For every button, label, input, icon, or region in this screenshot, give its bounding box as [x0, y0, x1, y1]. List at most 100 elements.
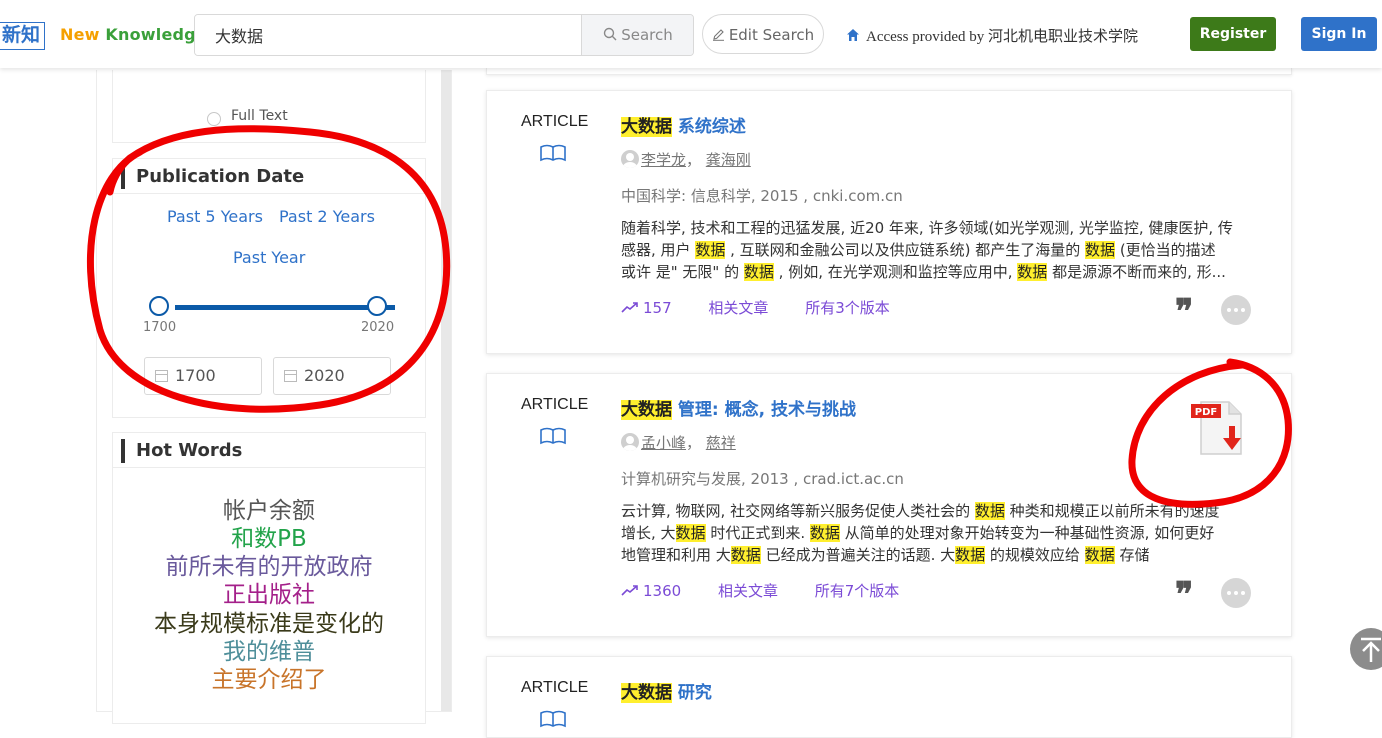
quote-icon[interactable]: ❞ — [1175, 579, 1193, 613]
abstract-text: 增长, 大 — [621, 524, 676, 542]
back-to-top-button[interactable] — [1350, 628, 1382, 670]
hot-word[interactable]: 主要介绍了 — [113, 666, 425, 694]
pdf-label: PDF — [1195, 407, 1217, 418]
access-text: Access provided by 河北机电职业技术学院 — [866, 29, 1139, 45]
citations-link[interactable]: 157 — [621, 299, 672, 317]
book-icon — [540, 427, 566, 445]
author-avatar-icon — [621, 150, 639, 168]
abstract-highlight: 数据 — [809, 524, 840, 542]
author-link[interactable]: 孟小峰 — [641, 434, 686, 452]
hot-words-panel: Hot Words 帐户余额 和数PB 前所未有的开放政府 正出版社 本身规模标… — [112, 432, 426, 724]
search-button-label: Search — [621, 26, 673, 44]
date-range-slider[interactable] — [175, 305, 395, 310]
logo-text[interactable]: New Knowledge — [60, 25, 207, 44]
abstract-highlight: 数据 — [1017, 263, 1048, 281]
hot-word[interactable]: 我的维普 — [113, 638, 425, 666]
result-title[interactable]: 大数据 研究 — [621, 678, 712, 703]
abstract-highlight: 数据 — [743, 263, 774, 281]
past-year-link[interactable]: Past Year — [233, 248, 305, 267]
edit-search-button[interactable]: Edit Search — [702, 14, 824, 54]
publication-date-panel: Publication Date Past 5 Years Past 2 Yea… — [112, 158, 426, 418]
more-options-button[interactable] — [1221, 295, 1251, 325]
search-button[interactable]: Search — [581, 15, 693, 55]
trend-up-icon — [621, 302, 638, 313]
sign-in-button[interactable]: Sign In — [1301, 17, 1377, 51]
hot-word[interactable]: 正出版社 — [113, 581, 425, 609]
source-line: 计算机研究与发展, 2013 , crad.ict.ac.cn — [621, 470, 904, 488]
all-versions-link[interactable]: 所有3个版本 — [805, 299, 890, 317]
abstract-text: 的规模效应给 — [985, 546, 1085, 564]
title-text: 管理: 概念, 技术与挑战 — [672, 400, 857, 420]
abstract-highlight: 数据 — [730, 546, 761, 564]
result-actions: 157 相关文章 所有3个版本 — [621, 297, 922, 318]
full-text-label: Full Text — [231, 108, 288, 124]
hot-word[interactable]: 前所未有的开放政府 — [113, 553, 425, 581]
book-icon — [540, 710, 566, 728]
logo-word-new: New — [60, 25, 100, 44]
result-title[interactable]: 大数据 系统综述 — [621, 112, 746, 137]
title-highlight: 大数据 — [621, 400, 672, 420]
source-line: 中国科学: 信息科学, 2015 , cnki.com.cn — [621, 187, 903, 205]
slider-handle-start[interactable] — [149, 296, 169, 316]
result-card: ARTICLE 大数据 系统综述 李学龙， 龚海刚 中国科学: 信息科学, 20… — [486, 90, 1292, 354]
citations-link[interactable]: 1360 — [621, 582, 681, 600]
abstract-highlight: 数据 — [955, 546, 986, 564]
abstract-highlight: 数据 — [695, 241, 726, 259]
abstract-text: 或许 是" 无限" 的 — [621, 263, 744, 281]
book-icon — [540, 144, 566, 162]
search-bar: Search — [194, 14, 694, 56]
abstract-highlight: 数据 — [675, 524, 706, 542]
edit-search-label: Edit Search — [728, 26, 815, 44]
slider-handle-end[interactable] — [367, 296, 387, 316]
abstract-line: 云计算, 物联网, 社交网络等新兴服务促使人类社会的 数据 种类和规模正以前所未… — [621, 500, 1261, 522]
abstract-text: 感器, 用户 — [621, 241, 696, 259]
hot-word[interactable]: 帐户余额 — [113, 497, 425, 525]
related-articles-link[interactable]: 相关文章 — [718, 582, 778, 600]
logo-mark[interactable]: 新知 — [0, 22, 46, 50]
filter-sidebar: Full Text Publication Date Past 5 Years … — [96, 70, 452, 724]
abstract-highlight: 数据 — [1085, 241, 1116, 259]
abstract-line: 随着科学, 技术和工程的迅猛发展, 近20 年来, 许多领域(如光学观测, 光学… — [621, 217, 1261, 239]
end-year-input[interactable]: 2020 — [273, 357, 391, 395]
author-list: 孟小峰， 慈祥 — [621, 432, 736, 453]
start-year-input[interactable]: 1700 — [144, 357, 262, 395]
abstract-text: (更恰当的描述 — [1115, 241, 1216, 259]
author-link[interactable]: 慈祥 — [706, 434, 736, 452]
abstract: 云计算, 物联网, 社交网络等新兴服务促使人类社会的 数据 种类和规模正以前所未… — [621, 500, 1261, 566]
hot-word[interactable]: 和数PB — [113, 525, 425, 553]
abstract-line: 感器, 用户 数据 , 互联网和金融公司以及供应链系统) 都产生了海量的 数据 … — [621, 239, 1261, 261]
related-articles-link[interactable]: 相关文章 — [708, 299, 768, 317]
all-versions-link[interactable]: 所有7个版本 — [815, 582, 900, 600]
pdf-download-icon[interactable]: PDF — [1189, 400, 1249, 456]
abstract-text: 存储 — [1114, 546, 1150, 564]
abstract-text: 种类和规模正以前所未有的速度 — [1004, 502, 1220, 520]
access-notice: Access provided by 河北机电职业技术学院 — [846, 25, 1138, 46]
abstract-line: 地管理和利用 大数据 已经成为普遍关注的话题. 大数据 的规模效应给 数据 存储 — [621, 544, 1261, 566]
title-highlight: 大数据 — [621, 117, 672, 137]
abstract-text: , 互联网和金融公司以及供应链系统) 都产生了海量的 — [725, 241, 1086, 259]
search-icon — [604, 27, 617, 41]
full-text-radio[interactable] — [207, 112, 221, 126]
divider — [113, 193, 425, 194]
end-year-value: 2020 — [304, 366, 345, 385]
search-input[interactable] — [195, 15, 581, 55]
slider-max-label: 2020 — [361, 320, 395, 335]
author-link[interactable]: 龚海刚 — [706, 151, 751, 169]
quote-icon[interactable]: ❞ — [1175, 296, 1193, 330]
result-actions: 1360 相关文章 所有7个版本 — [621, 580, 931, 601]
article-type-label: ARTICLE — [521, 396, 589, 413]
hot-word[interactable]: 本身规模标准是变化的 — [113, 610, 425, 638]
arrow-up-icon — [1361, 637, 1381, 662]
abstract-text: 云计算, 物联网, 社交网络等新兴服务促使人类社会的 — [621, 502, 975, 520]
register-button[interactable]: Register — [1190, 17, 1276, 51]
sidebar-scrollbar[interactable] — [441, 70, 451, 711]
more-options-button[interactable] — [1221, 578, 1251, 608]
result-title[interactable]: 大数据 管理: 概念, 技术与挑战 — [621, 395, 856, 420]
citation-count: 1360 — [643, 582, 682, 600]
past-2-years-link[interactable]: Past 2 Years — [279, 207, 375, 226]
result-card: ARTICLE 大数据 管理: 概念, 技术与挑战 孟小峰， 慈祥 计算机研究与… — [486, 373, 1292, 637]
past-5-years-link[interactable]: Past 5 Years — [167, 207, 263, 226]
abstract-text: 都是源源不断而来的, 形... — [1047, 263, 1226, 281]
top-header: 新知 New Knowledge Search Edit Search Acce… — [0, 0, 1382, 68]
author-link[interactable]: 李学龙 — [641, 151, 686, 169]
